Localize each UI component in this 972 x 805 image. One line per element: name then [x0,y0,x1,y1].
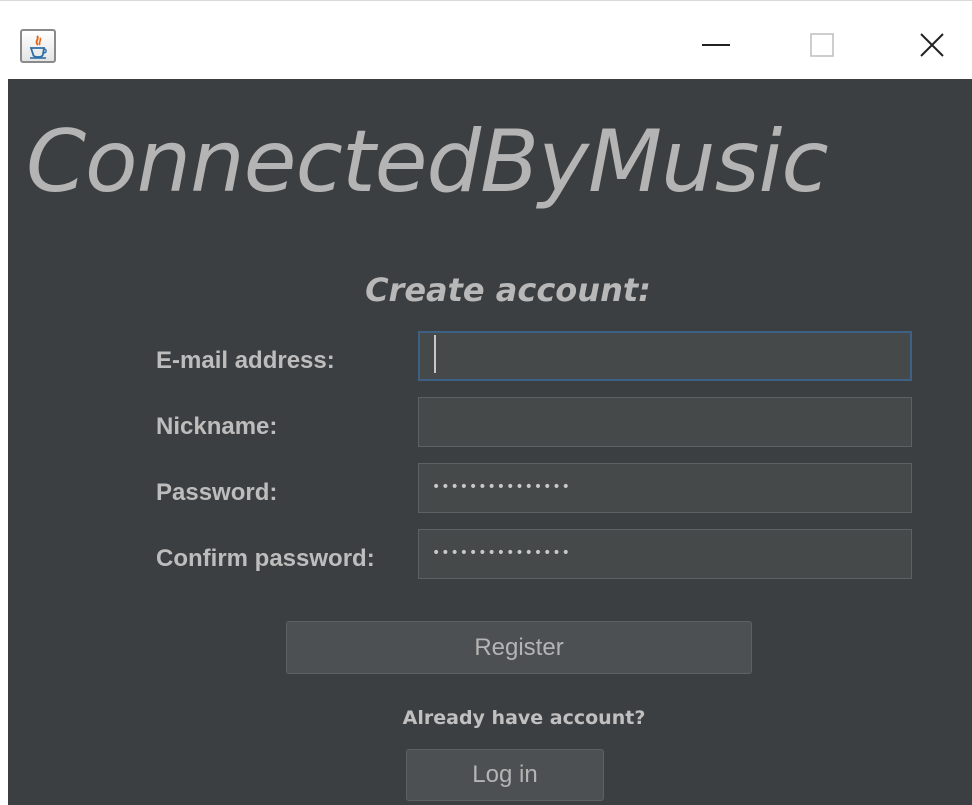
confirm-password-mask: ••••••••••••••• [432,545,571,561]
title-bar[interactable] [0,2,972,79]
app-window: ConnectedByMusic Create account: E-mail … [0,0,972,805]
maximize-button[interactable] [792,20,852,70]
login-button[interactable]: Log in [406,749,604,801]
password-mask: ••••••••••••••• [432,479,571,495]
register-button[interactable]: Register [286,621,752,674]
close-button[interactable] [902,20,962,70]
minimize-button[interactable] [686,20,746,70]
app-title: ConnectedByMusic [26,112,829,212]
confirm-password-label: Confirm password: [156,545,375,572]
nickname-field[interactable] [418,397,912,447]
text-caret [434,335,436,373]
email-field[interactable] [418,331,912,381]
main-panel: ConnectedByMusic Create account: E-mail … [8,79,972,805]
login-hint: Already have account? [402,707,646,729]
password-label: Password: [156,479,278,506]
maximize-icon [810,33,834,57]
minimize-icon [702,44,730,46]
page-subtitle: Create account: [365,271,651,309]
close-icon [920,33,944,57]
nickname-label: Nickname: [156,413,278,440]
email-label: E-mail address: [156,347,335,374]
java-icon[interactable] [20,29,56,63]
